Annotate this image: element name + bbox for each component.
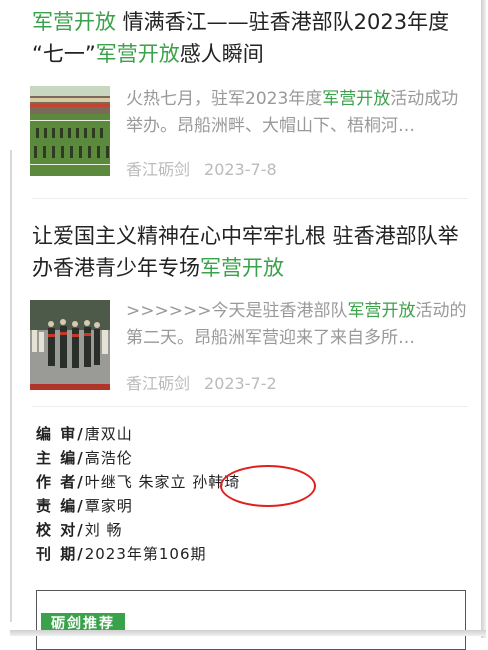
article-source: 香江砺剑 [126, 160, 191, 179]
credit-value: 刘 畅 [84, 521, 123, 539]
credit-issue: 刊 期/2023年第106期 [36, 542, 456, 566]
credit-label: 作 者/ [36, 473, 85, 491]
page-edge-right [481, 0, 486, 638]
credit-value: 2023年第106期 [84, 545, 207, 563]
page-edge-bottom [10, 630, 486, 636]
article-title[interactable]: 军营开放 情满香江——驻香港部队2023年度 “七一”军营开放感人瞬间 [32, 6, 472, 70]
title-highlight: 军营开放 [200, 256, 284, 280]
credit-reviewer: 编 审/唐双山 [36, 422, 456, 446]
article-card-1[interactable]: 军营开放 情满香江——驻香港部队2023年度 “七一”军营开放感人瞬间 火热七月… [30, 6, 472, 179]
summary-highlight: 军营开放 [322, 89, 391, 109]
divider [32, 198, 468, 199]
recommend-box: 砺剑推荐 [36, 590, 466, 650]
summary-text: >>>>>>今天是驻香港部队 [126, 301, 348, 321]
page-edge-left [10, 150, 12, 622]
article-source: 香江砺剑 [126, 374, 191, 393]
page-frame: 军营开放 情满香江——驻香港部队2023年度 “七一”军营开放感人瞬间 火热七月… [0, 0, 488, 650]
article-thumbnail[interactable] [30, 300, 110, 390]
title-text: 情满香江——驻香港部队2023年度 [116, 10, 450, 34]
credit-value: 叶继飞 朱家立 孙韩琦 [84, 473, 241, 491]
article-summary: 火热七月，驻军2023年度军营开放活动成功举办。昂船洲畔、大帽山下、梧桐河… [126, 86, 471, 140]
credit-label: 责 编/ [36, 497, 85, 515]
divider [32, 406, 468, 407]
credit-label: 编 审/ [36, 425, 85, 443]
article-summary: >>>>>>今天是驻香港部队军营开放活动的第二天。昂船洲军营迎来了来自多所… [126, 298, 471, 352]
credit-proofreader: 校 对/刘 畅 [36, 518, 456, 542]
summary-text: 火热七月，驻军2023年度 [126, 89, 323, 109]
article-thumbnail[interactable] [30, 86, 110, 176]
parade-field-image [30, 86, 110, 176]
credit-value: 高浩伦 [84, 449, 133, 467]
red-circle-annotation [220, 465, 316, 507]
title-text: “七一” [32, 42, 96, 66]
article-meta: 香江砺剑 2023-7-2 [126, 370, 277, 394]
summary-highlight: 军营开放 [347, 301, 416, 321]
credit-label: 校 对/ [36, 521, 85, 539]
title-text: 感人瞬间 [179, 42, 264, 66]
credit-value: 唐双山 [84, 425, 133, 443]
article-card-2[interactable]: 让爱国主义精神在心中牢牢扎根 驻香港部队举办香港青少年专场军营开放 >>>>>>… [30, 220, 472, 393]
article-title[interactable]: 让爱国主义精神在心中牢牢扎根 驻香港部队举办香港青少年专场军营开放 [32, 220, 472, 284]
article-meta: 香江砺剑 2023-7-8 [126, 156, 277, 180]
soldiers-image [30, 300, 110, 390]
title-highlight: 军营开放 [95, 42, 180, 66]
credit-value: 覃家明 [84, 497, 133, 515]
title-highlight: 军营开放 [32, 10, 116, 34]
article-date: 2023-7-8 [204, 160, 277, 179]
credit-label: 刊 期/ [36, 545, 85, 563]
article-date: 2023-7-2 [204, 374, 277, 393]
credit-label: 主 编/ [36, 449, 85, 467]
